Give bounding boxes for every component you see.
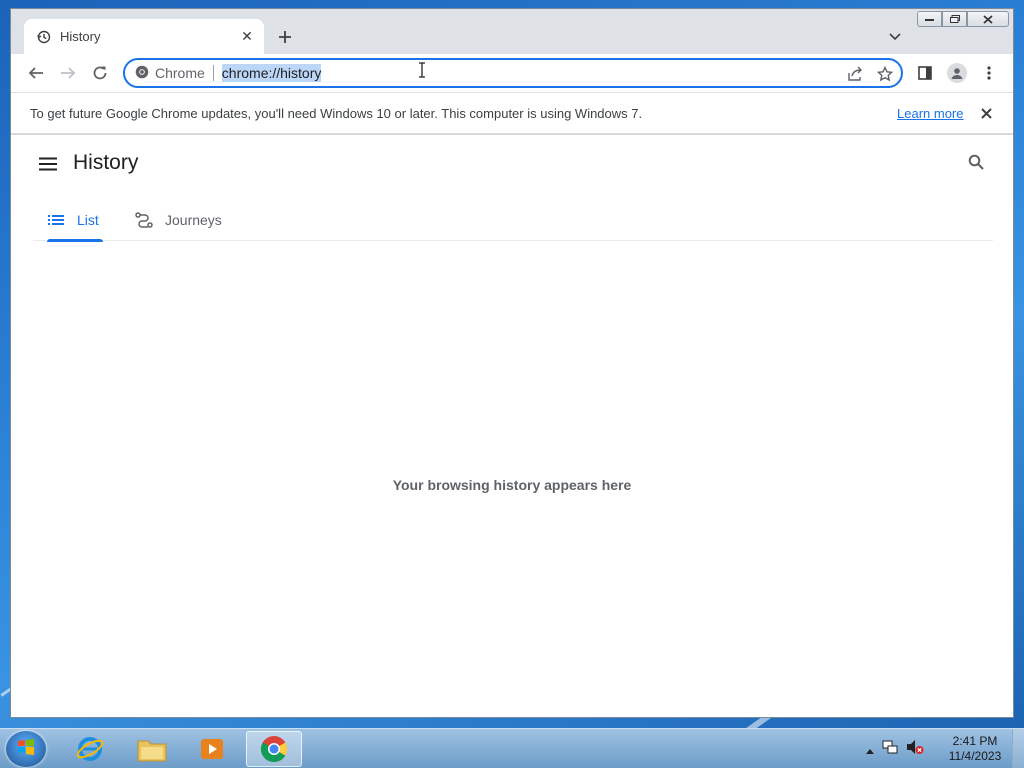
site-chip-label: Chrome <box>155 65 205 81</box>
page-header: History <box>11 135 1013 193</box>
site-chip[interactable]: Chrome <box>135 65 205 82</box>
taskbar: 2:41 PM 11/4/2023 <box>0 728 1024 768</box>
clock-date: 11/4/2023 <box>948 749 1002 763</box>
history-page: History List Journeys Your browsing hist… <box>11 135 1013 717</box>
system-tray <box>866 739 924 760</box>
profile-button[interactable] <box>945 61 969 85</box>
address-bar[interactable]: Chrome chrome://history <box>123 58 903 88</box>
tab-journeys[interactable]: Journeys <box>135 199 222 241</box>
browser-window: History ✕ Chrome chrome://history To get… <box>10 8 1014 718</box>
maximize-button[interactable] <box>942 11 967 27</box>
close-icon[interactable]: ✕ <box>238 28 256 46</box>
volume-muted-icon[interactable] <box>906 739 924 760</box>
forward-button[interactable] <box>56 61 80 85</box>
start-button[interactable] <box>6 731 46 767</box>
file-explorer-icon[interactable] <box>124 731 180 767</box>
history-icon <box>36 29 52 45</box>
journeys-icon <box>135 211 153 229</box>
infobar-message: To get future Google Chrome updates, you… <box>30 105 643 121</box>
system-clock[interactable]: 2:41 PM 11/4/2023 <box>940 734 1010 764</box>
tab-list[interactable]: List <box>47 199 103 242</box>
chrome-icon <box>135 65 149 82</box>
history-tabs: List Journeys <box>33 199 993 242</box>
tab-strip: History ✕ <box>11 9 1013 54</box>
share-icon[interactable] <box>845 64 865 84</box>
chrome-icon[interactable] <box>246 731 302 767</box>
avatar <box>947 63 967 83</box>
tab-journeys-label: Journeys <box>165 212 222 228</box>
more-menu-button[interactable] <box>977 61 1001 85</box>
internet-explorer-icon[interactable] <box>62 731 118 767</box>
clock-time: 2:41 PM <box>952 734 998 748</box>
empty-history-message: Your browsing history appears here <box>392 477 632 493</box>
side-panel-button[interactable] <box>913 61 937 85</box>
browser-toolbar: Chrome chrome://history <box>11 54 1013 92</box>
bookmark-star-icon[interactable] <box>875 64 895 84</box>
new-tab-button[interactable] <box>273 25 297 49</box>
hamburger-menu-button[interactable] <box>37 153 59 175</box>
omnibox-separator <box>212 65 214 81</box>
windows-logo-icon <box>16 737 36 762</box>
show-desktop-button[interactable] <box>1012 729 1024 768</box>
text-cursor-icon <box>418 62 426 83</box>
url-text[interactable]: chrome://history <box>221 64 322 82</box>
learn-more-link[interactable]: Learn more <box>897 106 963 121</box>
tab-list-label: List <box>77 212 99 228</box>
search-icon <box>968 154 984 175</box>
close-window-button[interactable] <box>967 11 1009 27</box>
chevron-up-icon[interactable] <box>866 741 874 759</box>
reload-button[interactable] <box>88 61 112 85</box>
list-icon <box>47 211 65 229</box>
minimize-button[interactable] <box>917 11 942 27</box>
close-icon[interactable] <box>977 104 995 122</box>
back-button[interactable] <box>24 61 48 85</box>
tab-title: History <box>60 29 101 44</box>
search-button[interactable] <box>965 153 987 175</box>
chevron-down-icon[interactable] <box>885 27 905 47</box>
page-title: History <box>73 151 139 174</box>
media-player-icon[interactable] <box>184 731 240 767</box>
update-infobar: To get future Google Chrome updates, you… <box>11 92 1013 134</box>
network-icon[interactable] <box>882 739 898 760</box>
tab-history[interactable]: History ✕ <box>24 19 264 54</box>
